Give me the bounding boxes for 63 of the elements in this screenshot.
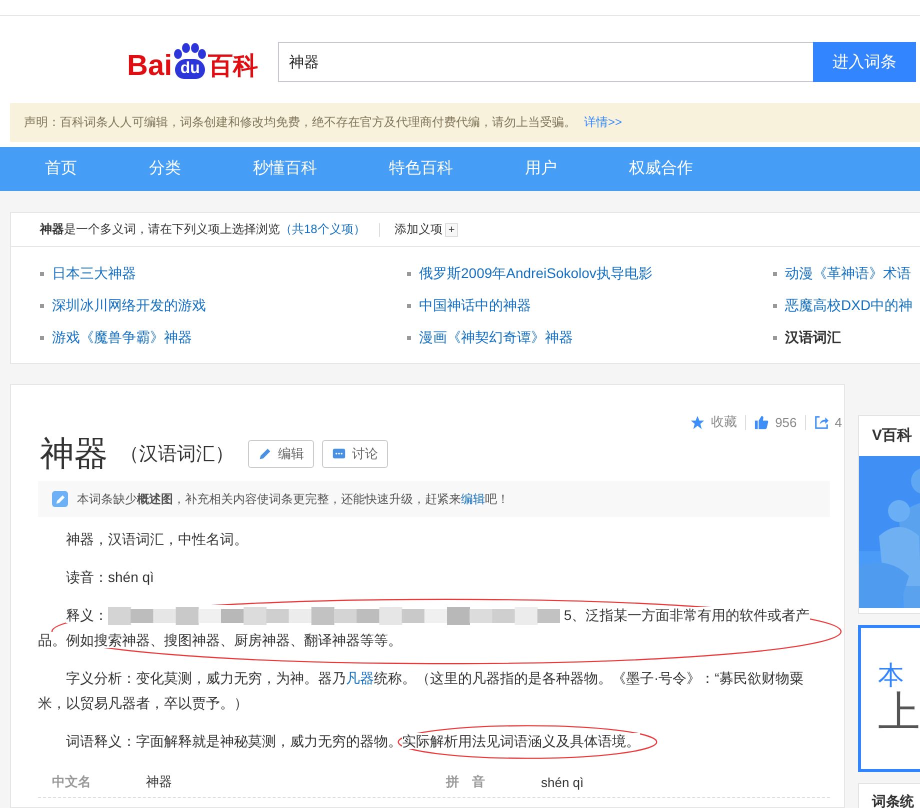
sense-link[interactable]: 恶魔高校DXD中的神 <box>785 297 913 315</box>
search-field[interactable]: 神器 <box>278 42 814 82</box>
paragraph: 词语释义：字面解释就是神秘莫测，威力无穷的器物。实际解析用法见词语涵义及具体语境。 <box>38 729 830 754</box>
nav-item[interactable]: 权威合作 <box>593 147 729 191</box>
logo-text: Bai <box>127 50 172 82</box>
edit-button[interactable]: 编辑 <box>248 440 314 468</box>
nav-item[interactable]: 用户 <box>489 147 593 191</box>
add-button[interactable]: + <box>445 222 458 236</box>
sense-link[interactable]: 中国神话中的神器 <box>419 297 531 315</box>
sense-link[interactable]: 动漫《革神语》术语 <box>785 265 911 283</box>
sense-link[interactable]: 漫画《神契幻奇谭》神器 <box>419 329 573 347</box>
info-value: 神器 <box>146 773 173 791</box>
pencil-icon <box>52 491 68 507</box>
nav-item[interactable]: 秒懂百科 <box>217 147 353 191</box>
share-count[interactable]: 4 <box>834 414 842 430</box>
bullet-icon <box>407 272 411 276</box>
entry-subtitle: （汉语词汇） <box>120 443 234 467</box>
logo-badge: du <box>175 59 205 79</box>
tip-text: 本词条缺少概述图，补充相关内容使词条更完整，还能快速升级，赶紧来编辑吧！ <box>77 490 509 508</box>
logo-text: 百科 <box>208 51 258 82</box>
bullet-icon <box>407 336 411 340</box>
term-link[interactable]: 凡器 <box>346 670 374 686</box>
add-sense-link[interactable]: 添加义项 <box>394 221 442 238</box>
bullet-icon <box>773 336 777 340</box>
edit-link[interactable]: 编辑 <box>461 492 485 506</box>
paragraph: 读音：shén qì <box>65 568 155 587</box>
info-label: 中文名 <box>52 773 92 791</box>
info-label: 拼 音 <box>446 773 486 791</box>
bullet-icon <box>40 304 44 308</box>
bullet-icon <box>40 272 44 276</box>
nav-item[interactable]: 首页 <box>9 147 113 191</box>
chat-icon <box>332 447 346 461</box>
info-value: shén qì <box>541 774 585 790</box>
discuss-button[interactable]: 讨论 <box>322 440 388 468</box>
promo-text: 本 <box>878 660 905 690</box>
nav-item[interactable]: 分类 <box>113 147 217 191</box>
bullet-icon <box>773 272 777 276</box>
polysemant-text: 神器是一个多义词，请在下列义项上选择浏览（共18个义项） <box>40 221 366 238</box>
notice-text: 声明：百科词条人人可编辑，词条创建和修改均免费，绝不存在官方及代理商付费代编，请勿上当受骗。 <box>24 115 576 129</box>
sense-link[interactable]: 深圳冰川网络开发的游戏 <box>52 297 206 315</box>
promo-text: 上 <box>878 690 920 734</box>
sense-link[interactable]: 日本三大神器 <box>52 265 136 283</box>
panel-title: 词条统 <box>872 793 914 808</box>
paw-icon <box>173 43 208 59</box>
panel-title: V百科 <box>871 426 914 446</box>
pencil-icon <box>258 447 272 461</box>
like-count[interactable]: 956 <box>775 414 797 430</box>
paragraph: 神器，汉语词汇，中性名词。 <box>65 530 249 549</box>
bullet-icon <box>40 336 44 340</box>
details-link[interactable]: 详情>> <box>584 115 622 129</box>
sense-link[interactable]: 汉语词汇 <box>785 329 841 347</box>
enter-entry-button[interactable]: 进入词条 <box>813 42 916 82</box>
entry-title: 神器 <box>40 434 108 475</box>
thumbs-up-icon <box>754 414 770 430</box>
sense-link[interactable]: 游戏《魔兽争霸》神器 <box>52 329 192 347</box>
star-icon <box>690 414 706 430</box>
bullet-icon <box>407 304 411 308</box>
sense-link[interactable]: 俄罗斯2009年AndreiSokolov执导电影 <box>419 265 652 283</box>
bullet-icon <box>773 304 777 308</box>
paragraph: 字义分析：变化莫测，威力无穷，为神。器乃凡器统称。（这里的凡器指的是各种器物。《墨子·号令》：“募民欲财物粟米，以贸易凡器者，卒以贾予。） <box>38 669 804 713</box>
nav-item[interactable]: 特色百科 <box>353 147 489 191</box>
favorite-link[interactable]: 收藏 <box>711 413 738 431</box>
share-icon <box>814 414 829 430</box>
